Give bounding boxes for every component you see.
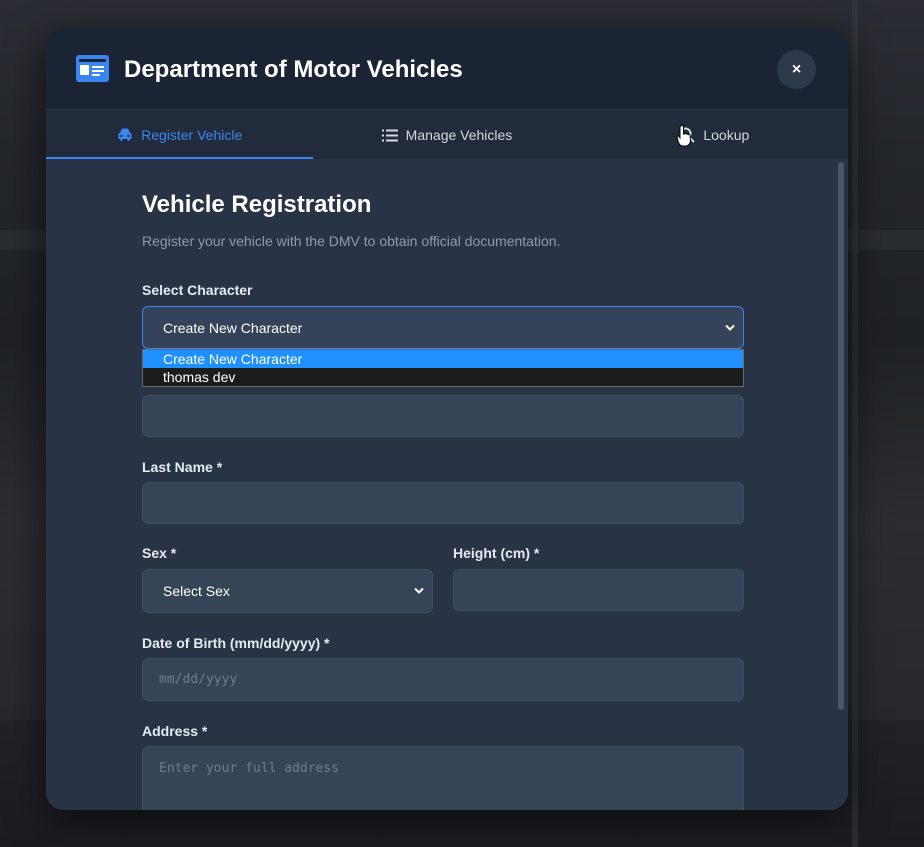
height-input[interactable] xyxy=(453,569,744,611)
list-icon xyxy=(381,129,398,142)
modal-header: Department of Motor Vehicles × xyxy=(46,29,848,109)
form-subtitle: Register your vehicle with the DMV to ob… xyxy=(142,233,561,249)
sex-select[interactable]: Select Sex xyxy=(142,569,433,613)
last-name-label: Last Name * xyxy=(142,459,223,475)
scrollbar[interactable] xyxy=(838,162,844,710)
form-title: Vehicle Registration xyxy=(142,191,372,218)
dob-placeholder: mm/dd/yyyy xyxy=(159,672,238,687)
option-thomas-dev[interactable]: thomas dev xyxy=(143,368,743,386)
sex-select-value: Select Sex xyxy=(163,583,230,599)
tab-lookup[interactable]: Lookup xyxy=(581,110,848,160)
tab-label: Lookup xyxy=(703,127,750,143)
modal-title: Department of Motor Vehicles xyxy=(124,56,463,83)
address-textarea[interactable]: Enter your full address xyxy=(142,746,744,810)
first-name-input[interactable] xyxy=(142,395,744,437)
chevron-down-icon xyxy=(725,324,735,331)
tab-label: Register Vehicle xyxy=(141,127,243,143)
dob-label: Date of Birth (mm/dd/yyyy) * xyxy=(142,635,330,651)
chevron-down-icon xyxy=(414,587,424,595)
address-label: Address * xyxy=(142,723,208,739)
tab-bar: Register Vehicle Manage Vehicles Lookup xyxy=(46,109,848,160)
last-name-input[interactable] xyxy=(142,482,744,524)
id-card-icon xyxy=(76,55,109,82)
close-button[interactable]: × xyxy=(777,50,816,89)
address-placeholder: Enter your full address xyxy=(159,761,340,776)
select-character-value: Create New Character xyxy=(163,319,303,336)
tab-register-vehicle[interactable]: Register Vehicle xyxy=(46,110,314,160)
background-pole xyxy=(852,0,858,847)
select-character-label: Select Character xyxy=(142,282,253,298)
character-options-list: Create New Character thomas dev xyxy=(142,349,744,387)
car-icon xyxy=(117,128,133,142)
option-create-new-character[interactable]: Create New Character xyxy=(143,350,743,368)
hand-pointer-cursor-icon xyxy=(676,125,692,152)
tab-label: Manage Vehicles xyxy=(405,127,513,143)
dob-input[interactable]: mm/dd/yyyy xyxy=(142,658,744,701)
dmv-modal: Department of Motor Vehicles × Register … xyxy=(46,29,848,810)
tab-manage-vehicles[interactable]: Manage Vehicles xyxy=(313,110,580,160)
sex-label: Sex * xyxy=(142,545,177,561)
select-character-dropdown[interactable]: Create New Character xyxy=(142,306,744,349)
height-label: Height (cm) * xyxy=(453,545,540,561)
